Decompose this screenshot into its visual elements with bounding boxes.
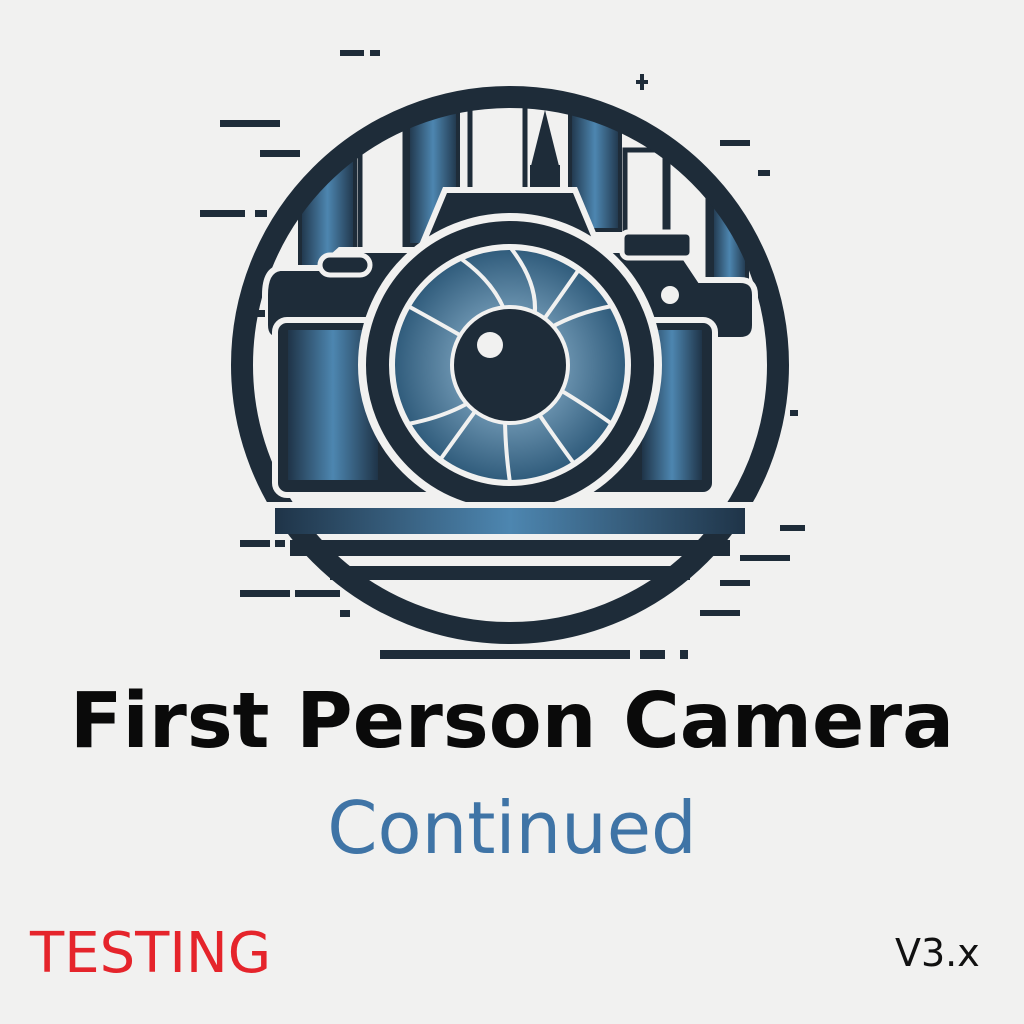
status-badge: TESTING — [30, 921, 272, 986]
version-label: V3.x — [895, 931, 980, 975]
camera-city-logo — [200, 50, 805, 659]
app-title: First Person Camera — [69, 677, 955, 766]
app-subtitle: Continued — [327, 786, 697, 870]
